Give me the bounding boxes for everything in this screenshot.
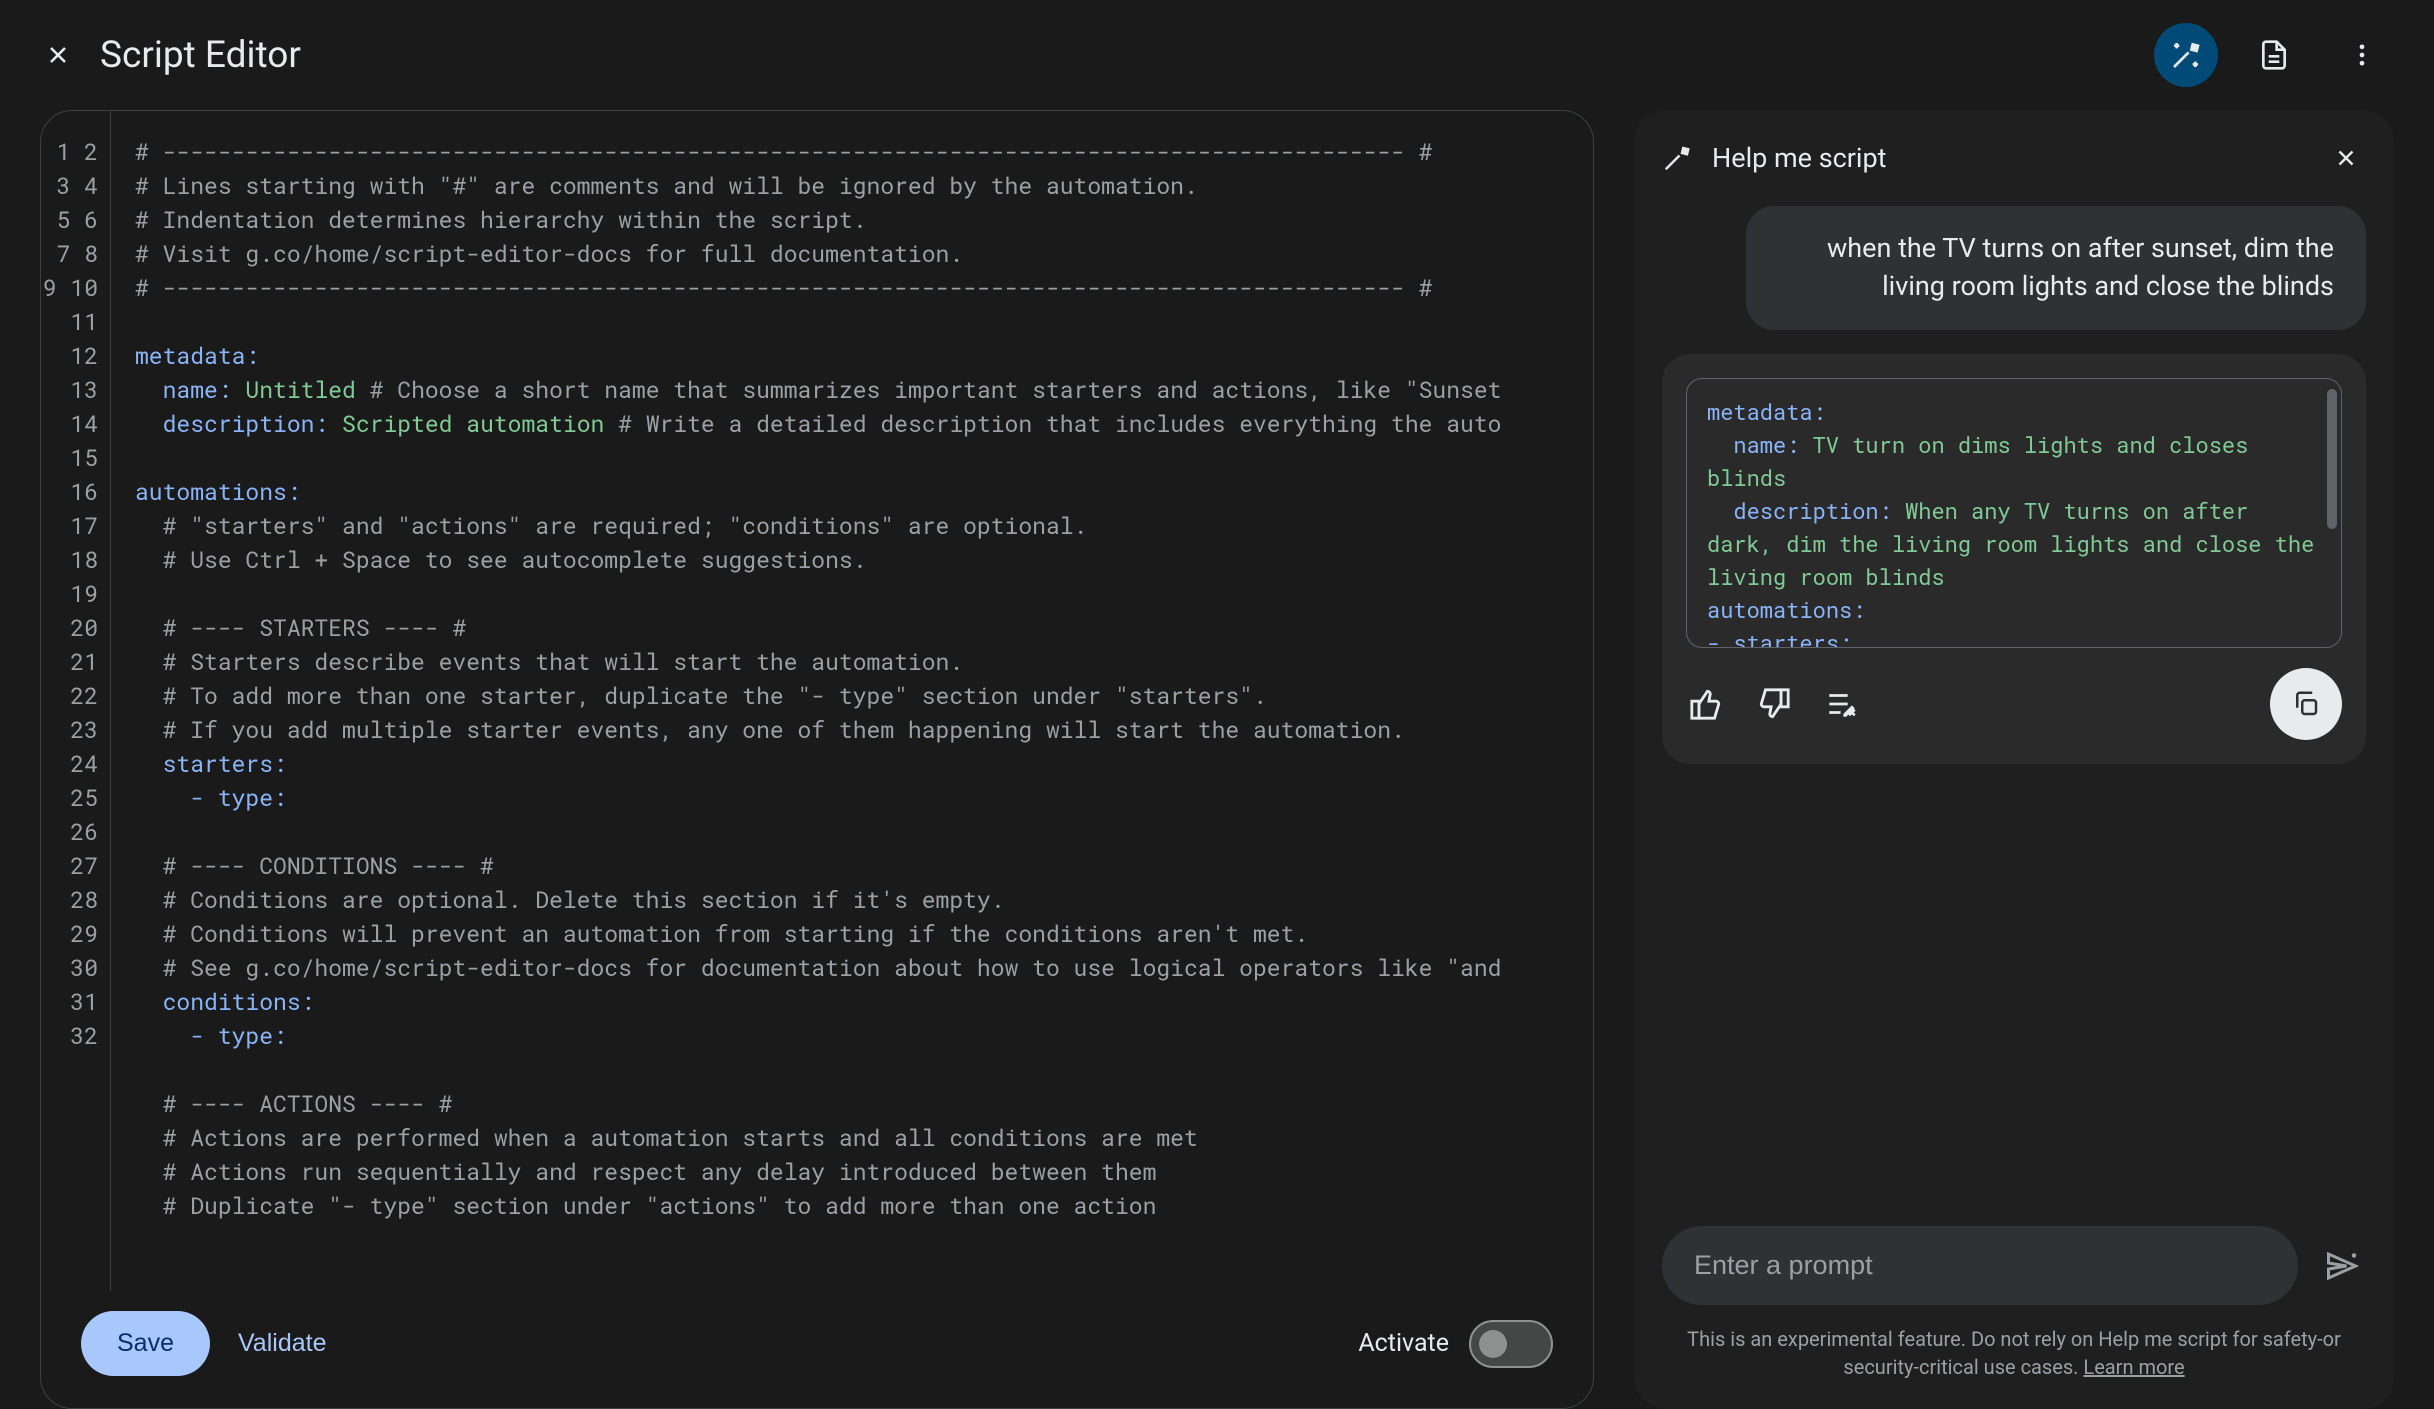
scrollbar-thumb[interactable]	[2327, 389, 2337, 529]
prompt-input[interactable]	[1662, 1226, 2298, 1305]
save-button[interactable]: Save	[81, 1311, 210, 1376]
app-header: Script Editor	[0, 0, 2434, 110]
wand-icon	[1662, 143, 1692, 173]
page-title: Script Editor	[100, 34, 301, 77]
header-right	[2154, 23, 2394, 87]
response-actions	[1686, 668, 2342, 740]
editor-footer: Save Validate Activate	[41, 1291, 1593, 1408]
close-icon	[44, 41, 72, 69]
scrollbar[interactable]	[2327, 389, 2337, 629]
more-menu-button[interactable]	[2330, 23, 2394, 87]
document-button[interactable]	[2242, 23, 2306, 87]
more-vert-icon	[2348, 41, 2376, 69]
assist-messages: when the TV turns on after sunset, dim t…	[1662, 206, 2366, 1226]
validate-button[interactable]: Validate	[238, 1329, 327, 1358]
copy-suggestion-button[interactable]	[2270, 668, 2342, 740]
thumbs-down-button[interactable]	[1754, 684, 1794, 724]
activate-label: Activate	[1358, 1329, 1449, 1358]
assist-close-button[interactable]	[2326, 138, 2366, 178]
learn-more-link[interactable]: Learn more	[2083, 1355, 2184, 1379]
code-suggestion[interactable]: metadata: name: TV turn on dims lights a…	[1686, 378, 2342, 648]
assist-title: Help me script	[1712, 142, 1886, 174]
code-editor[interactable]: 1 2 3 4 5 6 7 8 9 10 11 12 13 14 15 16 1…	[41, 111, 1593, 1291]
copy-icon	[2291, 689, 2321, 719]
editor-panel: 1 2 3 4 5 6 7 8 9 10 11 12 13 14 15 16 1…	[40, 110, 1594, 1409]
assist-panel: Help me script when the TV turns on afte…	[1634, 110, 2394, 1409]
response-card: metadata: name: TV turn on dims lights a…	[1662, 354, 2366, 764]
activate-toggle[interactable]	[1469, 1320, 1553, 1368]
disclaimer-text: This is an experimental feature. Do not …	[1687, 1327, 2341, 1379]
edit-suggestion-button[interactable]	[1822, 684, 1862, 724]
assist-header: Help me script	[1662, 138, 2366, 178]
user-message: when the TV turns on after sunset, dim t…	[1746, 206, 2366, 330]
document-icon	[2258, 39, 2290, 71]
main-content: 1 2 3 4 5 6 7 8 9 10 11 12 13 14 15 16 1…	[0, 110, 2434, 1409]
footer-left: Save Validate	[81, 1311, 326, 1376]
close-icon	[2333, 145, 2359, 171]
send-button[interactable]	[2318, 1242, 2366, 1290]
send-icon	[2324, 1248, 2360, 1284]
thumbs-up-button[interactable]	[1686, 684, 1726, 724]
disclaimer: This is an experimental feature. Do not …	[1662, 1325, 2366, 1381]
wand-icon	[2170, 39, 2202, 71]
edit-list-icon	[1825, 687, 1859, 721]
feedback-actions	[1686, 684, 1862, 724]
header-left: Script Editor	[40, 34, 301, 77]
thumbs-down-icon	[1757, 687, 1791, 721]
toggle-knob	[1479, 1330, 1507, 1358]
close-button[interactable]	[40, 37, 76, 73]
line-number-gutter: 1 2 3 4 5 6 7 8 9 10 11 12 13 14 15 16 1…	[41, 111, 111, 1291]
help-me-script-toggle[interactable]	[2154, 23, 2218, 87]
prompt-row	[1662, 1226, 2366, 1305]
code-content[interactable]: # --------------------------------------…	[111, 111, 1593, 1291]
footer-right: Activate	[1358, 1320, 1553, 1368]
thumbs-up-icon	[1689, 687, 1723, 721]
assist-title-wrap: Help me script	[1662, 142, 1886, 174]
